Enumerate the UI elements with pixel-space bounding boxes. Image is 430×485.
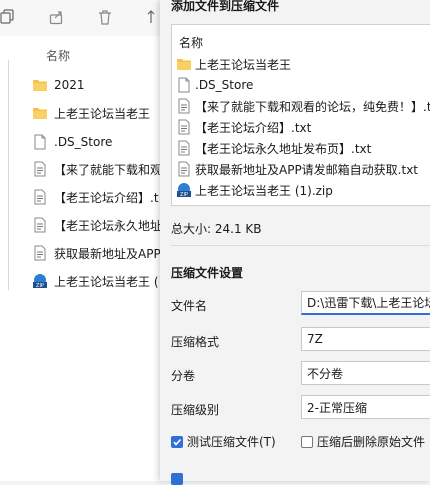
split-select[interactable]: 不分卷 — [301, 361, 430, 385]
delete-source-checkbox[interactable]: 压缩后删除原始文件 — [301, 433, 425, 450]
checkbox-unchecked-icon — [301, 435, 313, 448]
checkbox-checked-icon — [171, 473, 183, 485]
file-list-item[interactable]: 【老王论坛永久地址发布页】.txt — [176, 137, 371, 159]
partial-option-checkbox[interactable] — [171, 473, 187, 485]
test-archive-checkbox[interactable]: 测试压缩文件(T) — [171, 433, 276, 450]
list-item-label: 上老王论坛当老王 ( — [54, 274, 159, 289]
list-item-label: 【老王论坛永久地址 — [54, 218, 160, 233]
total-size: 总大小: 24.1 KB — [171, 222, 262, 236]
list-item[interactable]: .DS_Store — [32, 130, 160, 154]
filename-input[interactable]: D:\迅雷下载\上老王论坛 — [301, 291, 430, 315]
explorer-toolbar — [0, 0, 160, 36]
share-icon[interactable] — [45, 6, 69, 28]
test-archive-label: 测试压缩文件(T) — [187, 435, 276, 449]
dialog-title: 添加文件到压缩文件 — [171, 0, 280, 13]
file-list-item-label: 上老王论坛当老王 — [195, 57, 292, 72]
text-file-icon — [178, 119, 190, 135]
list-item-label: 【老王论坛介绍】.t — [54, 190, 159, 205]
delete-icon[interactable] — [93, 6, 117, 28]
file-list-item[interactable]: 【老王论坛介绍】.txt — [176, 116, 311, 138]
file-explorer: 名称 2021 上老王论坛当老王 .DS_Store 【来了就能下载和观 【老王… — [0, 0, 160, 481]
list-item[interactable]: 2021 — [32, 73, 160, 97]
copy-icon[interactable] — [0, 6, 20, 28]
file-list-item-label: 【来了就能下载和观看的论坛，纯免费！】.t — [195, 99, 430, 114]
delete-source-label: 压缩后删除原始文件 — [317, 435, 426, 449]
folder-icon — [33, 108, 47, 119]
folder-icon — [177, 59, 191, 70]
list-item[interactable]: 获取最新地址及APP — [32, 241, 160, 265]
svg-text:ZIP: ZIP — [36, 283, 44, 289]
list-item[interactable]: ZIP 上老王论坛当老王 ( — [32, 269, 160, 293]
list-item-label: 上老王论坛当老王 — [54, 106, 151, 121]
text-file-icon — [34, 217, 46, 233]
checkbox-checked-icon — [171, 435, 183, 448]
text-file-icon — [34, 245, 46, 261]
divider — [171, 245, 430, 246]
level-select[interactable]: 2-正常压缩 — [301, 395, 430, 419]
file-list-item-label: 上老王论坛当老王 (1).zip — [195, 183, 333, 198]
zip-icon: ZIP — [33, 274, 47, 289]
folder-icon — [33, 80, 47, 91]
text-file-icon — [34, 161, 46, 177]
split-label: 分卷 — [171, 369, 196, 383]
add-to-archive-dialog: 添加文件到压缩文件 名称 上老王论坛当老王 .DS_Store 【来了就能下载和… — [160, 0, 430, 485]
file-list-item-label: 获取最新地址及APP请发邮箱自动获取.txt — [195, 162, 419, 177]
list-item[interactable]: 上老王论坛当老王 — [32, 101, 160, 125]
text-file-icon — [34, 189, 46, 205]
file-list-item[interactable]: 上老王论坛当老王 — [176, 53, 291, 75]
list-item-label: .DS_Store — [54, 135, 113, 149]
list-item-label: 【来了就能下载和观 — [54, 162, 160, 177]
file-list[interactable]: 名称 上老王论坛当老王 .DS_Store 【来了就能下载和观看的论坛，纯免费！… — [171, 24, 430, 206]
column-header-name[interactable]: 名称 — [46, 47, 70, 64]
file-list-item[interactable]: 【来了就能下载和观看的论坛，纯免费！】.t — [176, 95, 430, 117]
file-list-header: 名称 — [179, 36, 204, 50]
text-file-icon — [178, 161, 190, 177]
file-icon — [34, 134, 46, 150]
filename-label: 文件名 — [171, 299, 208, 313]
file-list-item-label: 【老王论坛介绍】.txt — [195, 120, 312, 135]
file-list-item-label: 【老王论坛永久地址发布页】.txt — [195, 141, 372, 156]
text-file-icon — [178, 98, 190, 114]
file-list-item[interactable]: 获取最新地址及APP请发邮箱自动获取.txt — [176, 158, 418, 180]
format-select[interactable]: 7Z — [301, 327, 430, 351]
level-label: 压缩级别 — [171, 403, 220, 417]
file-list-item[interactable]: .DS_Store — [176, 74, 253, 96]
list-item[interactable]: 【来了就能下载和观 — [32, 157, 160, 181]
file-list-item-label: .DS_Store — [195, 78, 254, 92]
text-file-icon — [178, 140, 190, 156]
zip-icon: ZIP — [177, 183, 191, 198]
file-icon — [178, 77, 190, 93]
format-label: 压缩格式 — [171, 335, 220, 349]
file-list-item[interactable]: ZIP 上老王论坛当老王 (1).zip — [176, 179, 333, 201]
settings-section-title: 压缩文件设置 — [171, 266, 244, 280]
svg-text:ZIP: ZIP — [180, 192, 188, 198]
nav-divider — [8, 60, 9, 290]
list-item[interactable]: 【老王论坛介绍】.t — [32, 185, 160, 209]
list-item[interactable]: 【老王论坛永久地址 — [32, 213, 160, 237]
list-item-label: 获取最新地址及APP — [54, 246, 160, 261]
list-item-label: 2021 — [54, 78, 85, 92]
